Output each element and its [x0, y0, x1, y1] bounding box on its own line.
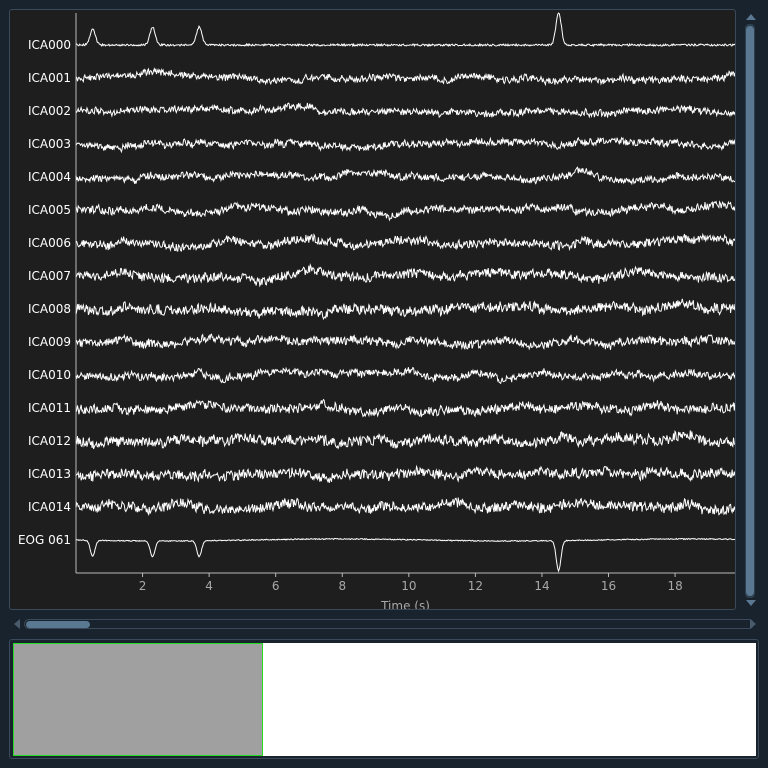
trace-ica013[interactable] — [75, 464, 735, 484]
x-tick-label: 10 — [401, 579, 416, 593]
horizontal-scroll-track[interactable] — [24, 619, 754, 629]
trace-ica000[interactable] — [76, 12, 735, 48]
x-tick-label: 12 — [468, 579, 483, 593]
x-tick-label: 18 — [667, 579, 682, 593]
x-tick-label: 16 — [601, 579, 616, 593]
channel-label[interactable]: ICA010 — [28, 368, 71, 382]
x-tick-label: 6 — [272, 579, 280, 593]
horizontal-scrollbar[interactable] — [12, 617, 760, 633]
trace-ica010[interactable] — [75, 366, 735, 385]
channel-label[interactable]: ICA013 — [28, 467, 71, 481]
x-tick-label: 8 — [338, 579, 346, 593]
raw-data-plot[interactable]: ICA000 ICA001 ICA002 ICA003 ICA004 ICA005 ICA0… — [9, 9, 736, 610]
channel-label[interactable]: ICA004 — [28, 170, 71, 184]
channel-label[interactable]: ICA006 — [28, 236, 71, 250]
scroll-down-arrow-icon[interactable] — [746, 600, 756, 606]
trace-ica001[interactable] — [75, 67, 735, 87]
trace-ica007[interactable] — [75, 263, 735, 288]
overview-bar-frame — [9, 639, 759, 759]
overview-bar[interactable] — [13, 643, 756, 756]
trace-ica014[interactable] — [75, 497, 735, 517]
channel-label[interactable]: EOG 061 — [18, 533, 71, 547]
channel-label[interactable]: ICA007 — [28, 269, 71, 283]
x-tick-label: 2 — [139, 579, 147, 593]
channel-label[interactable]: ICA003 — [28, 137, 71, 151]
channel-label[interactable]: ICA011 — [28, 401, 71, 415]
trace-ica006[interactable] — [75, 232, 735, 252]
trace-ica005[interactable] — [75, 200, 735, 222]
trace-ica002[interactable] — [75, 102, 735, 119]
overview-visible-window[interactable] — [13, 643, 264, 756]
vertical-scroll-thumb[interactable] — [746, 26, 754, 596]
channel-label[interactable]: ICA008 — [28, 302, 71, 316]
horizontal-scroll-thumb[interactable] — [26, 621, 90, 628]
channel-label[interactable]: ICA012 — [28, 434, 71, 448]
trace-ica009[interactable] — [75, 333, 735, 351]
channel-label[interactable]: ICA002 — [28, 104, 71, 118]
trace-ica004[interactable] — [75, 166, 735, 186]
scroll-left-arrow-icon[interactable] — [14, 619, 20, 629]
trace-ica012[interactable] — [75, 429, 735, 450]
channel-label[interactable]: ICA014 — [28, 500, 71, 514]
vertical-scrollbar[interactable] — [741, 14, 759, 608]
channel-label[interactable]: ICA005 — [28, 203, 71, 217]
channel-label[interactable]: ICA000 — [28, 38, 71, 52]
trace-ica003[interactable] — [75, 136, 735, 154]
traces-canvas[interactable]: ICA000 ICA001 ICA002 ICA003 ICA004 ICA005 ICA0… — [10, 10, 736, 610]
scroll-right-arrow-icon[interactable] — [750, 619, 756, 629]
x-tick-label: 4 — [205, 579, 213, 593]
x-tick-label: 14 — [534, 579, 549, 593]
scroll-up-arrow-icon[interactable] — [746, 14, 756, 20]
trace-eog-061[interactable] — [75, 537, 735, 573]
channel-label[interactable]: ICA009 — [28, 335, 71, 349]
channel-label[interactable]: ICA001 — [28, 71, 71, 85]
trace-ica008[interactable] — [75, 298, 735, 321]
trace-ica011[interactable] — [75, 398, 735, 418]
x-axis-label: Time (s) — [380, 599, 430, 610]
